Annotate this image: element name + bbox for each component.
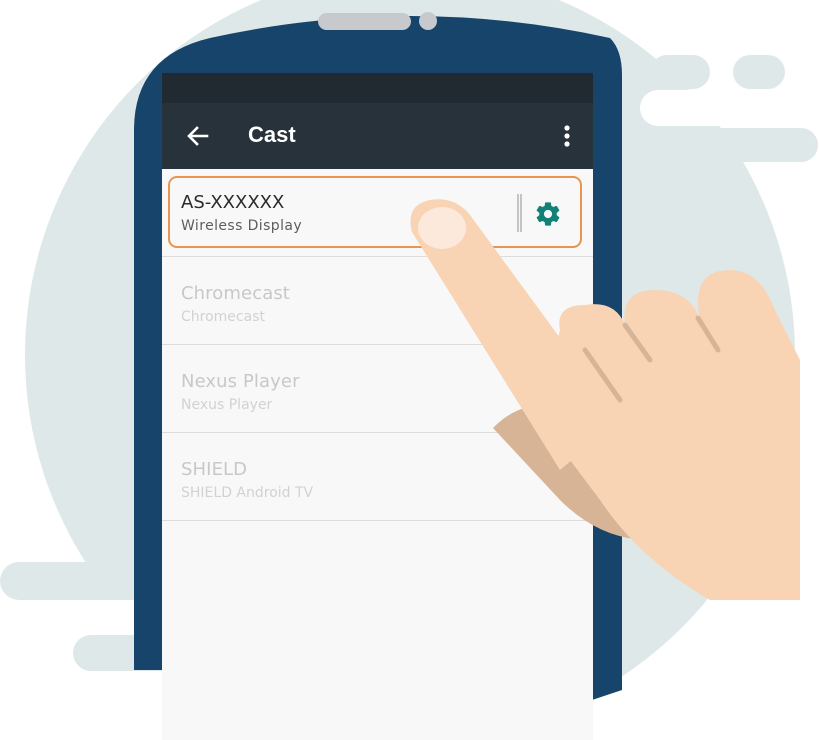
fingernail	[418, 207, 466, 249]
illustration: Cast Chromecast Chromecast Nexus Player …	[0, 0, 819, 740]
hand-illustration	[410, 199, 800, 600]
